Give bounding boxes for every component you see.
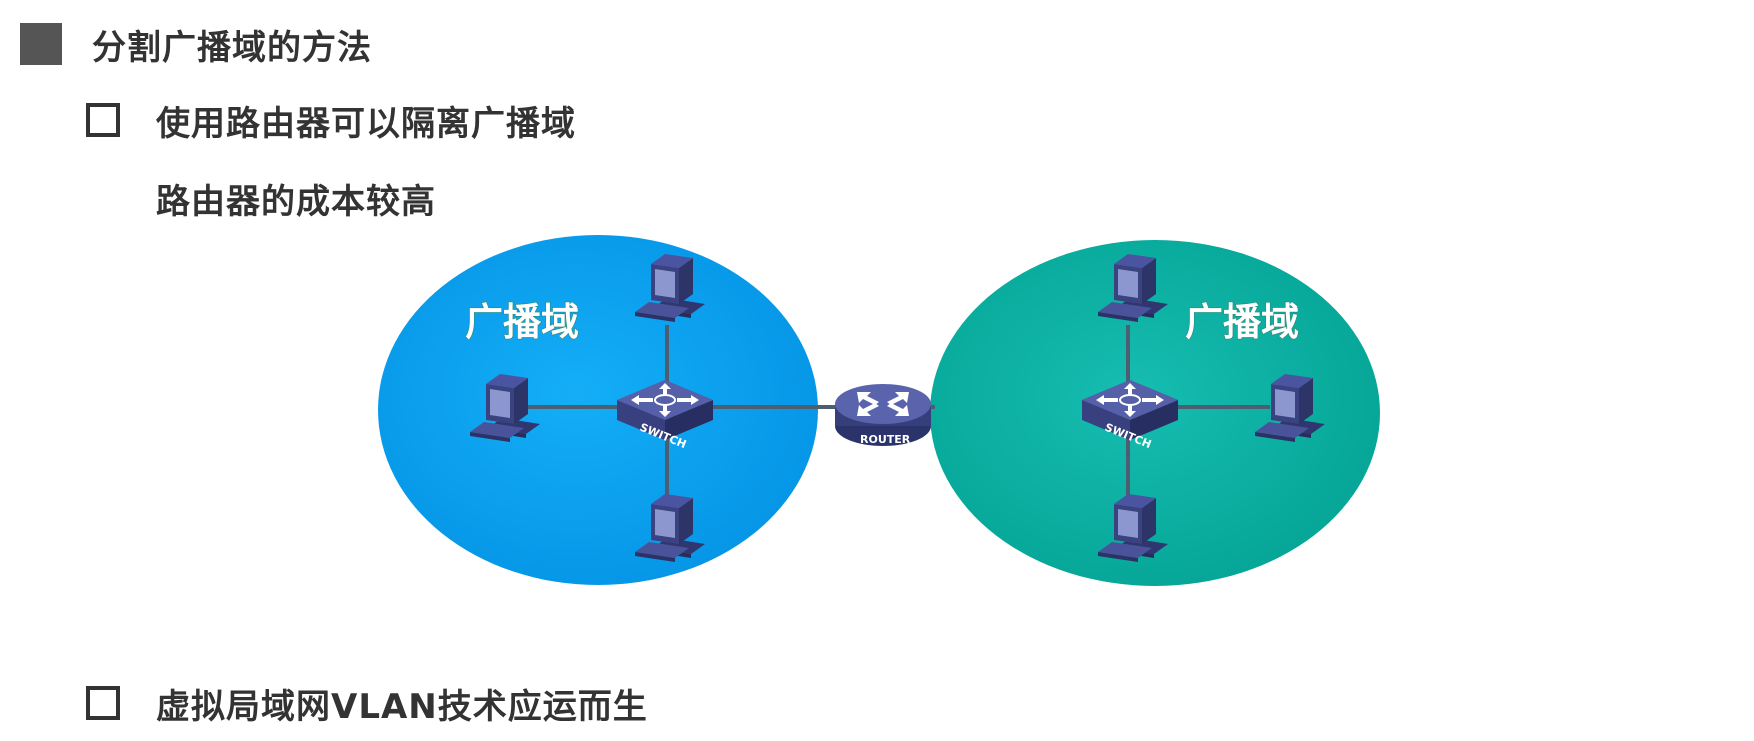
- broadcast-domain-left: [378, 235, 818, 585]
- broadcast-domain-right-label: 广播域: [1185, 300, 1299, 344]
- broadcast-domain-left-label: 广播域: [465, 300, 579, 344]
- router-icon: ROUTER: [835, 384, 931, 446]
- router-label: ROUTER: [860, 433, 911, 446]
- network-diagram: SWITCH SWITCH ROUTER 广播域 广播域: [378, 235, 1380, 586]
